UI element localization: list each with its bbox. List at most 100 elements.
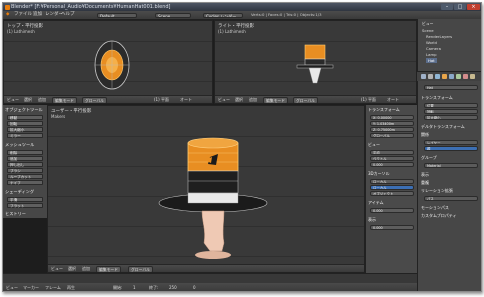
- object-toggle[interactable]: オブジェクト: [370, 191, 414, 196]
- scene-select[interactable]: Scene: [155, 12, 191, 18]
- object-name-field[interactable]: Hat: [424, 85, 478, 90]
- section-title[interactable]: 表示: [368, 217, 376, 223]
- tool-button[interactable]: 拡大縮小: [7, 127, 43, 132]
- mode-select[interactable]: 編集モード: [96, 266, 121, 272]
- relation-field[interactable]: 親: [424, 146, 478, 151]
- vector-field[interactable]: ベクトル: [370, 156, 414, 161]
- pivot-select[interactable]: グローバル: [82, 97, 107, 103]
- tools-section-title[interactable]: メッシュツール: [5, 142, 34, 148]
- section-title[interactable]: モーションパス: [421, 205, 449, 211]
- outliner-item[interactable]: Camera: [426, 46, 441, 51]
- world-tab-icon[interactable]: [435, 74, 440, 79]
- hat-top-view[interactable]: [92, 38, 132, 92]
- outliner-item[interactable]: World: [426, 40, 437, 45]
- section-title[interactable]: デルタトランスフォーム: [421, 124, 465, 130]
- section-title[interactable]: ビュー: [368, 142, 380, 148]
- modifier-tab-icon[interactable]: [449, 74, 454, 79]
- section-title[interactable]: リレーション拡張: [421, 188, 453, 194]
- location-z-field[interactable]: Z: 0.75000m: [370, 127, 414, 132]
- frame-menu[interactable]: フレーム: [45, 285, 61, 291]
- location-x-field[interactable]: X: 0.00000: [370, 115, 414, 120]
- value-field[interactable]: 0.000: [370, 162, 414, 167]
- end-value[interactable]: 250: [169, 285, 177, 290]
- object-tab-icon[interactable]: [442, 74, 447, 79]
- local-toggle[interactable]: ローカル: [370, 185, 414, 190]
- timeline-track[interactable]: [3, 274, 417, 283]
- tool-button[interactable]: ミラー: [7, 133, 43, 138]
- mode-select[interactable]: 編集モード: [263, 97, 288, 103]
- outliner-header[interactable]: ビュー: [422, 21, 433, 27]
- texture-tab-icon[interactable]: [470, 74, 475, 79]
- tool-button[interactable]: ブラシ: [7, 168, 43, 173]
- hat-side-view[interactable]: [295, 41, 335, 89]
- median-field[interactable]: 平均: [370, 150, 414, 155]
- layout-select[interactable]: Default: [97, 12, 137, 18]
- outliner-item[interactable]: RenderLayers: [426, 34, 452, 39]
- material-field[interactable]: Material: [424, 163, 478, 168]
- view-menu[interactable]: ビュー: [218, 96, 230, 103]
- section-title[interactable]: 表示: [421, 172, 429, 178]
- location-y-field[interactable]: Y: 1.03400m: [370, 121, 414, 126]
- tool-button[interactable]: 回転: [7, 121, 43, 126]
- menu-add[interactable]: 追加: [33, 11, 42, 19]
- tool-button[interactable]: ナイフ: [7, 180, 43, 185]
- value-field[interactable]: 0.000: [370, 225, 414, 230]
- tool-button[interactable]: 平滑: [7, 197, 43, 202]
- tool-button[interactable]: 移動: [7, 115, 43, 120]
- scene-tab-icon[interactable]: [428, 74, 433, 79]
- add-menu[interactable]: 追加: [82, 265, 90, 272]
- section-title[interactable]: グループ: [421, 155, 437, 161]
- minimize-button[interactable]: –: [441, 3, 453, 10]
- material-tab-icon[interactable]: [463, 74, 468, 79]
- transform-field[interactable]: 拡大縮小: [424, 115, 478, 120]
- outliner-item[interactable]: Lamp: [426, 52, 437, 57]
- menu-help[interactable]: ヘルプ: [61, 11, 75, 19]
- start-value[interactable]: 1: [133, 285, 136, 290]
- cursor-field[interactable]: ローカル: [370, 179, 414, 184]
- add-menu[interactable]: 追加: [249, 96, 257, 103]
- section-title[interactable]: カスタムプロパティ: [421, 213, 457, 219]
- tool-button[interactable]: フラット: [7, 203, 43, 208]
- playback-menu[interactable]: 再生: [67, 285, 75, 291]
- select-menu[interactable]: 選択: [68, 265, 76, 272]
- view-menu[interactable]: ビュー: [51, 265, 63, 272]
- tool-button[interactable]: 削除: [7, 150, 43, 155]
- editor-type-icon[interactable]: ◆: [6, 11, 9, 19]
- tool-button[interactable]: 追加: [7, 156, 43, 161]
- transform-field[interactable]: 回転: [424, 109, 478, 114]
- transform-field[interactable]: 位置: [424, 103, 478, 108]
- tool-button[interactable]: 押し出し: [7, 162, 43, 167]
- value-field[interactable]: 0.000: [370, 208, 414, 213]
- section-title[interactable]: アイテム: [368, 200, 384, 206]
- timeline[interactable]: ビュー マーカー フレーム 再生 開始: 1 終了: 250 0: [3, 273, 417, 291]
- select-menu[interactable]: 選択: [24, 96, 32, 103]
- tool-button[interactable]: ループカット: [7, 174, 43, 179]
- outliner-item-selected[interactable]: Hat: [426, 58, 437, 63]
- pivot-select[interactable]: グローバル: [293, 97, 318, 103]
- path-field[interactable]: パス: [424, 196, 478, 201]
- hat-model[interactable]: [158, 131, 268, 261]
- current-frame[interactable]: 0: [193, 285, 196, 290]
- section-title[interactable]: 3Dカーソル: [368, 171, 390, 177]
- section-title[interactable]: トランスフォーム: [421, 95, 453, 101]
- section-title[interactable]: 重複: [421, 180, 429, 186]
- mode-select[interactable]: 編集モード: [52, 97, 77, 103]
- outliner-item[interactable]: Scene: [422, 28, 434, 33]
- tools-section-title[interactable]: シェーディング: [5, 189, 34, 195]
- global-toggle[interactable]: グローバル: [370, 133, 414, 138]
- relation-field[interactable]: レイヤー: [424, 140, 478, 145]
- pivot-select[interactable]: グローバル: [128, 266, 153, 272]
- viewport-top-left[interactable]: トップ・平行投影 (1) Lathimesh ビュー 選択 追加 編集モード グ…: [3, 20, 213, 104]
- viewport-top-right[interactable]: ライト・平行投影 (1) Lathimesh ビュー 選択 追加 編集モード グ…: [214, 20, 417, 104]
- view-menu[interactable]: ビュー: [6, 285, 18, 291]
- viewport-main[interactable]: ユーザー・平行投影 Makers ビュー 選択 追加 編集モード グローバル: [47, 105, 365, 273]
- section-title[interactable]: トランスフォーム: [368, 107, 400, 113]
- render-tab-icon[interactable]: [421, 74, 426, 79]
- data-tab-icon[interactable]: [456, 74, 461, 79]
- tools-section-title[interactable]: オブジェクトツール: [5, 107, 43, 113]
- maximize-button[interactable]: □: [454, 3, 466, 10]
- section-title[interactable]: 関係: [421, 132, 429, 138]
- add-menu[interactable]: 追加: [38, 96, 46, 103]
- close-button[interactable]: ×: [467, 3, 480, 10]
- history-section-title[interactable]: ヒストリー: [5, 211, 26, 217]
